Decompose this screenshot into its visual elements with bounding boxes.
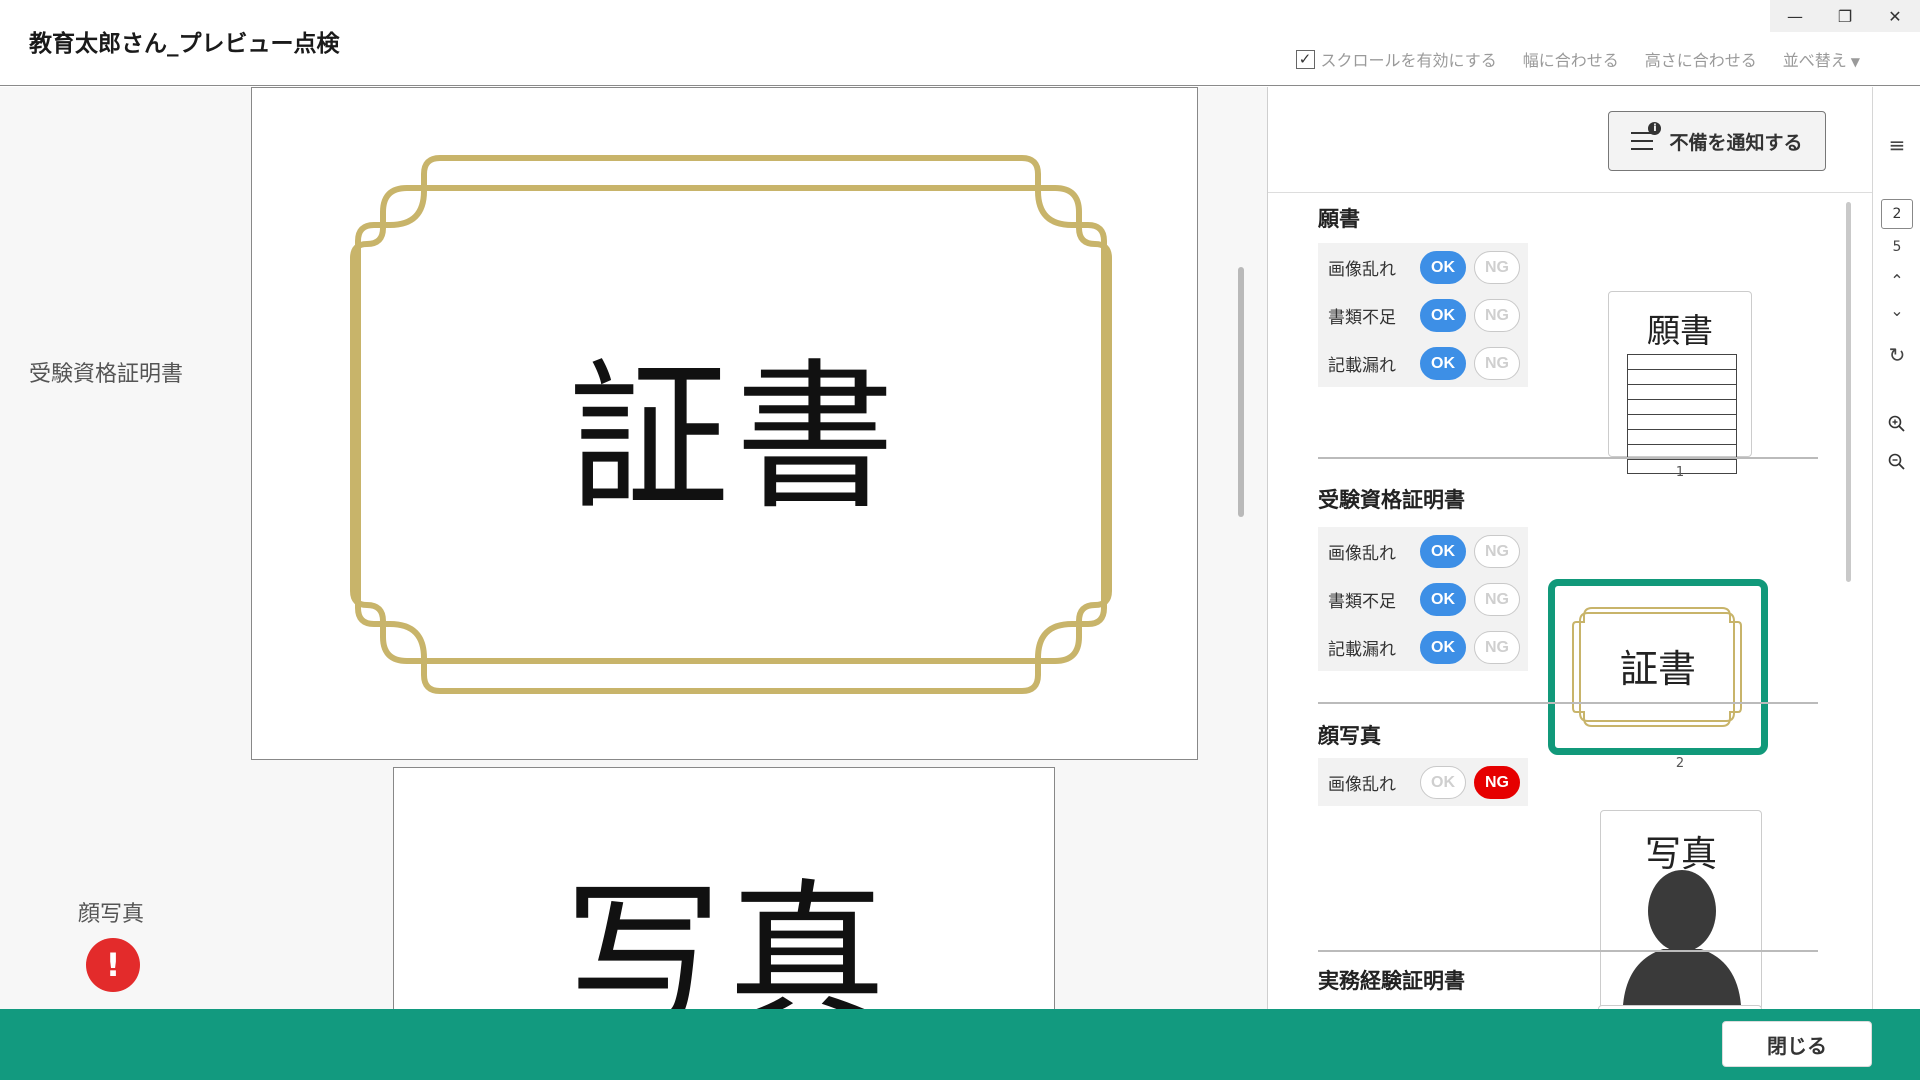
ng-toggle[interactable]: NG — [1474, 535, 1520, 568]
ok-toggle[interactable]: OK — [1420, 299, 1466, 332]
window-controls: — ❐ ✕ — [1770, 0, 1920, 32]
check-label: 書類不足 — [1328, 591, 1396, 612]
section-title: 顔写真 — [1318, 724, 1381, 748]
section-title: 願書 — [1318, 207, 1360, 231]
minimize-button[interactable]: — — [1770, 0, 1820, 32]
form-lines — [1627, 354, 1737, 474]
ng-toggle[interactable]: NG — [1474, 299, 1520, 332]
scroll-enable-checkbox[interactable]: ✓ — [1295, 49, 1315, 69]
sort-dropdown[interactable]: 並べ替え ▼ — [1783, 47, 1860, 71]
check-table: 画像乱れ OK NG 書類不足 OK NG 記載漏れ OK NG — [1318, 243, 1528, 387]
panel-scrollbar[interactable] — [1846, 202, 1851, 582]
section-title: 受験資格証明書 — [1318, 488, 1465, 512]
close-window-button[interactable]: ✕ — [1870, 0, 1920, 32]
section-divider — [1318, 702, 1818, 704]
notify-deficiency-label: 不備を通知する — [1669, 131, 1803, 154]
viewer-scrollbar[interactable] — [1238, 267, 1244, 517]
fit-width-button[interactable]: 幅に合わせる — [1523, 47, 1619, 71]
chevron-down-icon[interactable]: ⌄ — [1873, 301, 1920, 320]
total-pages: 5 — [1892, 239, 1902, 255]
thumbnail-gansho[interactable]: 願書 — [1608, 291, 1752, 474]
doc-label-photo: 顔写真 — [78, 902, 145, 927]
scroll-enable-toggle[interactable]: ✓ スクロールを有効にする — [1295, 47, 1497, 71]
restore-button[interactable]: ❐ — [1820, 0, 1870, 32]
ok-toggle[interactable]: OK — [1420, 631, 1466, 664]
page-photo: 写真 — [393, 767, 1055, 1009]
certificate-heading: 証書 — [569, 344, 902, 531]
ng-toggle[interactable]: NG — [1474, 251, 1520, 284]
section-juken: 受験資格証明書 画像乱れ OK NG 書類不足 OK NG 記載漏れ OK NG — [1318, 484, 1818, 771]
ok-toggle[interactable]: OK — [1420, 251, 1466, 284]
photo-heading: 写真 — [564, 865, 892, 1009]
section-divider — [1318, 950, 1818, 952]
section-title: 実務経験証明書 — [1318, 969, 1465, 993]
alert-icon: ! — [86, 938, 140, 992]
check-panel: i 不備を通知する 願書 画像乱れ OK NG 書類不足 OK NG 記載漏れ … — [1267, 87, 1872, 1009]
ok-toggle[interactable]: OK — [1420, 583, 1466, 616]
fit-height-button[interactable]: 高さに合わせる — [1645, 47, 1757, 71]
title-bar: 教育太郎さん_プレビュー点検 — ❐ ✕ ✓ スクロールを有効にする 幅に合わせ… — [0, 0, 1920, 86]
ng-toggle[interactable]: NG — [1474, 347, 1520, 380]
footer-bar: 閉じる — [0, 1009, 1920, 1080]
thumbnail-title: 証書 — [1619, 647, 1696, 691]
ng-toggle[interactable]: NG — [1474, 583, 1520, 616]
ok-toggle[interactable]: OK — [1420, 535, 1466, 568]
check-label: 画像乱れ — [1328, 774, 1396, 795]
check-label: 画像乱れ — [1328, 259, 1396, 280]
thumbnail-title: 願書 — [1647, 311, 1713, 350]
zoom-in-icon[interactable] — [1873, 415, 1920, 437]
check-label: 画像乱れ — [1328, 543, 1396, 564]
ok-toggle[interactable]: OK — [1420, 766, 1466, 799]
section-photo: 顔写真 画像乱れ OK NG 写真 3 — [1318, 720, 1818, 1009]
current-page-input[interactable]: 2 — [1881, 199, 1913, 229]
sort-label: 並べ替え — [1782, 51, 1847, 70]
check-row: 記載漏れ OK NG — [1318, 623, 1528, 671]
notify-deficiency-button[interactable]: i 不備を通知する — [1608, 111, 1826, 171]
document-label-column: 受験資格証明書 顔写真 ! — [0, 87, 250, 1009]
chevron-up-icon[interactable]: ⌃ — [1873, 271, 1920, 290]
check-table: 画像乱れ OK NG 書類不足 OK NG 記載漏れ OK NG — [1318, 527, 1528, 671]
doc-label-juken: 受験資格証明書 — [29, 362, 184, 387]
caret-down-icon: ▼ — [1850, 55, 1860, 69]
section-gansho: 願書 画像乱れ OK NG 書類不足 OK NG 記載漏れ OK NG 願書 1 — [1318, 203, 1818, 480]
check-row: 記載漏れ OK NG — [1318, 339, 1528, 387]
check-row: 画像乱れ OK NG — [1318, 758, 1528, 806]
zoom-out-icon[interactable] — [1873, 453, 1920, 475]
check-row: 画像乱れ OK NG — [1318, 527, 1528, 575]
check-table: 画像乱れ OK NG — [1318, 758, 1528, 806]
page-certificate: 証書 — [251, 87, 1198, 760]
panel-header: i 不備を通知する — [1268, 87, 1872, 193]
close-button[interactable]: 閉じる — [1722, 1021, 1872, 1067]
check-label: 記載漏れ — [1328, 355, 1396, 376]
scroll-enable-label: スクロールを有効にする — [1320, 51, 1497, 70]
window-title: 教育太郎さん_プレビュー点検 — [29, 31, 340, 57]
rotate-icon[interactable]: ↻ — [1873, 343, 1920, 367]
ng-toggle[interactable]: NG — [1474, 631, 1520, 664]
ok-toggle[interactable]: OK — [1420, 347, 1466, 380]
section-jitsumu: 実務経験証明書 — [1318, 965, 1818, 1009]
check-row: 書類不足 OK NG — [1318, 575, 1528, 623]
ng-toggle[interactable]: NG — [1474, 766, 1520, 799]
check-label: 記載漏れ — [1328, 639, 1396, 660]
thumbnail-page-number: 1 — [1675, 465, 1685, 480]
list-info-icon: i — [1631, 122, 1662, 152]
section-divider — [1318, 457, 1818, 459]
check-row: 画像乱れ OK NG — [1318, 243, 1528, 291]
mini-toolbar: ≡ 2 5 ⌃ ⌄ ↻ — [1872, 87, 1920, 1009]
notify-list-icon[interactable]: ≡ — [1873, 133, 1920, 157]
check-row: 書類不足 OK NG — [1318, 291, 1528, 339]
view-toolbar: ✓ スクロールを有効にする 幅に合わせる 高さに合わせる 並べ替え ▼ — [1295, 47, 1860, 71]
document-viewer[interactable]: 証書 写真 — [250, 87, 1267, 1009]
check-label: 書類不足 — [1328, 307, 1396, 328]
